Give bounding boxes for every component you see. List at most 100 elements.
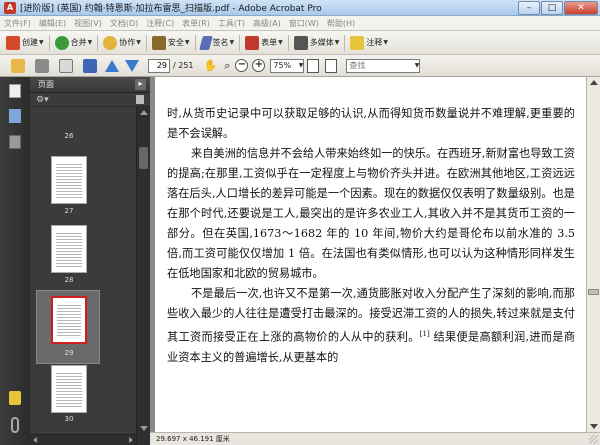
- search-input[interactable]: 查找 ▼: [346, 58, 421, 73]
- thumbnail-label: 26: [64, 132, 74, 140]
- options-icon[interactable]: ⚙▾: [36, 95, 49, 105]
- scroll-up-icon[interactable]: [590, 80, 598, 85]
- chevron-down-icon: ▼: [414, 62, 420, 69]
- thumbnail-label: 30: [64, 415, 74, 423]
- minimize-button[interactable]: –: [518, 0, 540, 15]
- attachment-icon[interactable]: [11, 417, 19, 433]
- scroll-up-icon[interactable]: [140, 110, 148, 115]
- email-icon[interactable]: [59, 58, 73, 73]
- zoom-select[interactable]: 75% ▼: [270, 58, 305, 73]
- forms-button[interactable]: 表单 ▼: [243, 34, 285, 52]
- open-folder-icon[interactable]: [11, 58, 25, 73]
- multimedia-button[interactable]: 多媒体 ▼: [292, 34, 342, 52]
- paragraph: 时,从货币史记录中可以获取足够的认识,从而得知货币数量说并不难理解,更重要的是不…: [167, 107, 575, 140]
- comments-icon[interactable]: [9, 391, 21, 405]
- menu-help[interactable]: 帮助(H): [323, 18, 359, 29]
- combine-icon: [54, 35, 69, 50]
- thumbnail-content: [56, 371, 82, 407]
- scroll-down-icon[interactable]: [590, 424, 598, 429]
- menu-advanced[interactable]: 高级(A): [249, 18, 285, 29]
- toolbar-divider: [287, 34, 289, 51]
- toolbar-divider: [344, 34, 346, 51]
- document-page: 时,从货币史记录中可以获取足够的认识,从而得知货币数量说并不难理解,更重要的是不…: [155, 77, 586, 432]
- footnote-marker[interactable]: [1]: [420, 330, 430, 338]
- menu-view[interactable]: 视图(V): [70, 18, 106, 29]
- trash-icon[interactable]: [136, 95, 144, 104]
- thumbnail-label: 28: [64, 276, 74, 284]
- combine-button[interactable]: 合并 ▼: [53, 34, 95, 52]
- chevron-down-icon: ▼: [184, 39, 190, 46]
- lock-icon: [151, 35, 166, 50]
- toolbar-divider: [97, 34, 99, 51]
- chevron-down-icon: ▼: [87, 39, 93, 46]
- collaborate-button[interactable]: 协作 ▼: [101, 34, 143, 52]
- create-button[interactable]: 创建 ▼: [4, 34, 46, 52]
- navigation-pane-strip: [0, 77, 30, 445]
- next-page-icon[interactable]: [125, 59, 139, 72]
- zoom-out-icon[interactable]: −: [235, 59, 249, 72]
- print-icon[interactable]: [35, 58, 49, 73]
- thumbnail-label: 27: [64, 207, 74, 215]
- toolbar-divider: [145, 34, 147, 51]
- page-thumbnail[interactable]: [51, 365, 87, 413]
- pages-panel-scrollbar[interactable]: [136, 107, 150, 445]
- menu-comments[interactable]: 注释(C): [142, 18, 178, 29]
- menu-edit[interactable]: 编辑(E): [35, 18, 70, 29]
- menu-forms[interactable]: 表单(R): [178, 18, 214, 29]
- zoom-tool-icon[interactable]: ⌕: [224, 59, 230, 73]
- acrobat-icon: A: [4, 1, 16, 14]
- scroll-right-icon[interactable]: [129, 437, 133, 443]
- zoom-in-icon[interactable]: +: [252, 59, 266, 72]
- pen-icon: [198, 35, 213, 50]
- pages-panel-header: 页面 ▸: [30, 77, 150, 93]
- sign-button[interactable]: 签名 ▼: [198, 34, 237, 52]
- scroll-down-icon[interactable]: [140, 426, 148, 431]
- scroll-thumb[interactable]: [588, 289, 599, 295]
- fit-page-icon[interactable]: [307, 58, 320, 73]
- document-viewport[interactable]: 时,从货币史记录中可以获取足够的认识,从而得知货币数量说并不难理解,更重要的是不…: [150, 77, 586, 432]
- film-icon: [293, 35, 308, 50]
- page-thumbnail[interactable]: [51, 225, 87, 273]
- maximize-button[interactable]: □: [541, 0, 563, 15]
- pages-panel-hscrollbar[interactable]: [30, 434, 136, 445]
- signatures-icon[interactable]: [9, 135, 21, 149]
- menu-window[interactable]: 窗口(W): [285, 18, 323, 29]
- document-scrollbar[interactable]: [586, 77, 600, 432]
- hand-tool-icon[interactable]: ✋: [204, 59, 218, 72]
- pages-icon[interactable]: [9, 84, 21, 98]
- save-icon[interactable]: [83, 58, 97, 73]
- window-controls: – □ ✕: [517, 0, 598, 15]
- previous-page-icon[interactable]: [105, 59, 119, 72]
- bookmarks-icon[interactable]: [9, 109, 21, 123]
- close-button[interactable]: ✕: [564, 0, 598, 15]
- page-thumbnail-selected[interactable]: [51, 296, 87, 344]
- resize-grip-icon[interactable]: [589, 435, 598, 444]
- comment-button[interactable]: 注释 ▼: [348, 34, 390, 52]
- chevron-down-icon: ▼: [298, 62, 304, 69]
- menu-tools[interactable]: 工具(T): [214, 18, 249, 29]
- document-text: 时,从货币史记录中可以获取足够的认识,从而得知货币数量说并不难理解,更重要的是不…: [167, 104, 575, 368]
- comment-icon: [350, 35, 365, 50]
- menu-file[interactable]: 文件(F): [0, 18, 35, 29]
- chevron-down-icon: ▼: [383, 39, 388, 46]
- page-thumbnail[interactable]: [51, 156, 87, 204]
- pages-panel: 页面 ▸ ⚙▾ 26 27 28 29 30: [30, 77, 150, 445]
- paragraph: 来自美洲的信息并不会给人带来始终如一的快乐。在西班牙,新财富也导致工资的提高;在…: [167, 147, 575, 280]
- menu-document[interactable]: 文档(D): [106, 18, 142, 29]
- menu-bar: 文件(F) 编辑(E) 视图(V) 文档(D) 注释(C) 表单(R) 工具(T…: [0, 16, 600, 31]
- collaborate-icon: [103, 35, 118, 50]
- paragraph: 不是最后一次,也许又不是第一次,通货膨胀对收入分配产生了深刻的影响,而那些收入最…: [167, 284, 575, 368]
- title-bar: A [进阶版] (英国) 约翰·特恩斯·加拉布雷思_扫描版.pdf - Adob…: [0, 0, 600, 16]
- close-panel-icon[interactable]: ▸: [135, 79, 146, 90]
- scroll-left-icon[interactable]: [33, 437, 37, 443]
- scroll-thumb[interactable]: [139, 147, 148, 169]
- secure-button[interactable]: 安全 ▼: [150, 34, 192, 52]
- thumbnail-list: 26 27 28 29 30: [30, 107, 136, 434]
- fit-width-icon[interactable]: [325, 58, 338, 73]
- toolbar-divider: [194, 34, 196, 51]
- page-number-input[interactable]: [148, 58, 170, 73]
- chevron-down-icon: ▼: [334, 39, 340, 46]
- pages-panel-title: 页面: [38, 80, 54, 89]
- thumbnail-content: [57, 303, 81, 337]
- form-icon: [245, 35, 260, 50]
